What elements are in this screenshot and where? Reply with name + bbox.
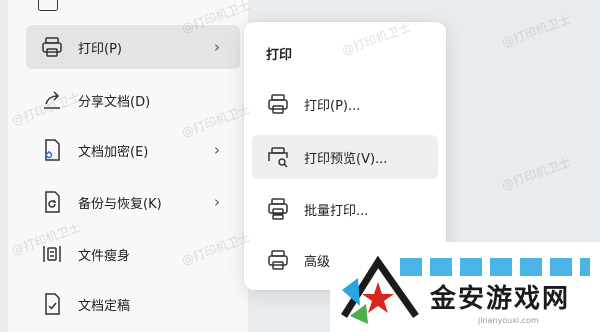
menu-item-label: 打印(P) [78,41,122,57]
chevron-right-icon: › [214,141,220,159]
submenu-item-print[interactable]: 打印(P)... [252,82,438,126]
watermark-text: @打印机卫士 [499,12,573,50]
chevron-right-icon: › [214,38,220,56]
submenu-title: 打印 [266,48,293,63]
submenu-item-label: 打印预览(V)... [304,151,388,167]
menu-item-label: 分享文档(D) [78,94,151,110]
backup-icon [40,190,64,214]
menu-item-label: 文档加密(E) [78,144,149,160]
menu-item-label: 文件瘦身 [78,248,131,264]
printer-icon [266,92,290,116]
logo-decoration [400,258,590,276]
batch-print-icon [266,197,290,221]
advanced-print-icon [266,248,290,272]
menu-item-finalize[interactable]: 文档定稿 [26,282,240,326]
lock-document-icon [40,138,64,162]
logo-emblem-icon [341,256,419,324]
logo-brand-text: 金安游戏网 [430,284,571,314]
menu-item-backup[interactable]: 备份与恢复(K) › [26,180,240,224]
site-logo-banner: 金安游戏网 jinanyouxi.com [330,242,600,332]
menu-item-label: 备份与恢复(K) [78,196,162,212]
file-menu-panel: 打印(P) › 分享文档(D) 文档加密(E) › 备份与恢复(K) › 文件瘦… [8,0,248,332]
cut-off-icon [38,0,58,11]
submenu-item-print-preview[interactable]: 打印预览(V)... [252,135,438,179]
finalize-icon [40,292,64,316]
chevron-right-icon: › [214,193,220,211]
submenu-item-batch-print[interactable]: 批量打印... [252,187,438,231]
printer-icon [40,35,64,59]
menu-item-encrypt[interactable]: 文档加密(E) › [26,128,240,172]
submenu-item-label: 打印(P)... [304,98,361,114]
submenu-item-label: 高级 [304,254,331,270]
watermark-text: @打印机卫士 [499,155,573,193]
submenu-item-label: 批量打印... [304,203,369,219]
menu-item-label: 文档定稿 [78,298,131,314]
print-preview-icon [266,145,290,169]
menu-item-print[interactable]: 打印(P) › [26,25,240,69]
logo-url-text: jinanyouxi.com [478,316,539,325]
